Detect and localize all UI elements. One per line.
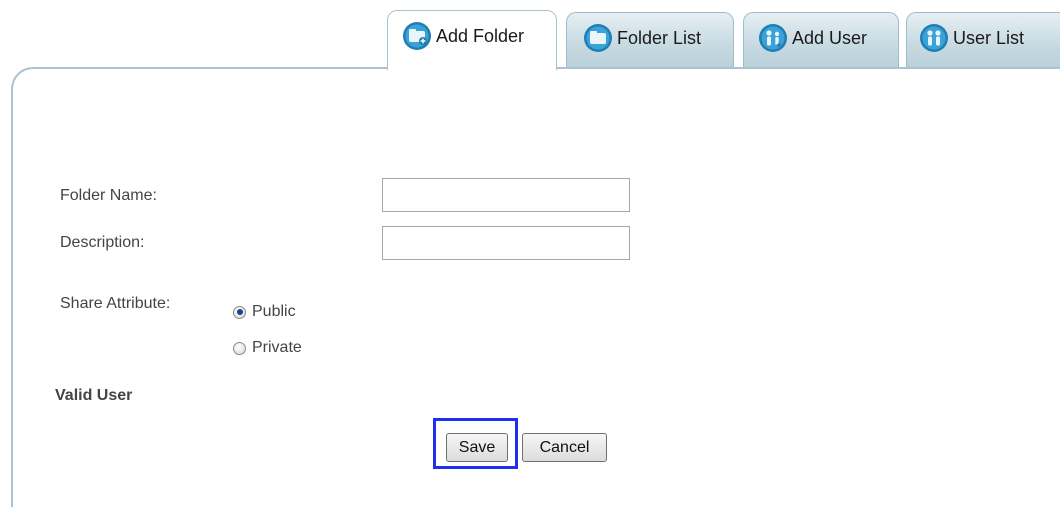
save-button[interactable]: Save — [446, 433, 508, 462]
private-radio-label: Private — [252, 339, 302, 356]
tab-label: Add User — [792, 28, 868, 48]
share-public-option[interactable]: Public — [233, 303, 296, 321]
tab-add-folder[interactable]: Add Folder — [387, 10, 557, 70]
public-radio-label: Public — [252, 303, 296, 320]
cancel-button[interactable]: Cancel — [522, 433, 607, 462]
share-private-option[interactable]: Private — [233, 339, 302, 357]
tab-label: Folder List — [617, 28, 702, 48]
tab-user-list[interactable]: User List — [906, 12, 1060, 68]
folder-name-label: Folder Name: — [60, 187, 157, 204]
folder-add-icon — [403, 22, 431, 50]
folder-icon — [584, 24, 612, 52]
user-add-icon — [759, 24, 787, 52]
tab-add-user[interactable]: Add User — [743, 12, 899, 68]
folder-name-input[interactable] — [382, 178, 630, 212]
share-attribute-label: Share Attribute: — [60, 295, 171, 312]
description-label: Description: — [60, 234, 145, 251]
tab-label: Add Folder — [436, 26, 525, 46]
tab-bar: Add Folder Folder List Add User User Lis… — [0, 0, 1060, 70]
valid-user-label: Valid User — [55, 387, 133, 404]
public-radio[interactable] — [233, 305, 246, 319]
tab-folder-list[interactable]: Folder List — [566, 12, 734, 68]
tab-label: User List — [953, 28, 1025, 48]
private-radio[interactable] — [233, 341, 246, 355]
description-input[interactable] — [382, 226, 630, 260]
users-icon — [920, 24, 948, 52]
